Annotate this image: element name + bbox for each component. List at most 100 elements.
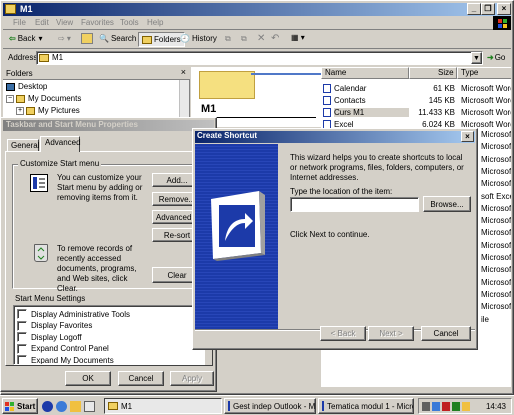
folder-icon bbox=[5, 4, 16, 14]
close-button[interactable]: × bbox=[461, 131, 474, 142]
checkbox[interactable] bbox=[17, 343, 27, 354]
start-menu-icon bbox=[30, 174, 48, 192]
tree-item-my-pictures[interactable]: + My Pictures bbox=[16, 106, 80, 115]
column-type[interactable]: Type bbox=[457, 67, 511, 79]
file-row[interactable]: Curs M1 11.433 KB Microsoft Word Do bbox=[321, 106, 511, 118]
explorer-title-bar[interactable]: M1 _ ❐ × bbox=[3, 3, 511, 16]
customize-group-label: Customize Start menu bbox=[18, 159, 102, 168]
go-button[interactable]: ➜ Go bbox=[487, 53, 505, 62]
file-size: 61 KB bbox=[433, 83, 455, 93]
views-icon[interactable]: ▦ ▾ bbox=[291, 33, 305, 42]
forward-arrow-icon[interactable]: ⇨ ▾ bbox=[58, 34, 71, 43]
menu-tools[interactable]: Tools bbox=[120, 18, 139, 27]
windows-logo-icon bbox=[5, 401, 15, 411]
address-input[interactable]: M1 ▼ bbox=[36, 51, 483, 65]
file-type: Microsoft Word Do bbox=[481, 130, 511, 139]
back-arrow-icon: ⇦ bbox=[9, 34, 16, 43]
volume-icon[interactable] bbox=[422, 401, 430, 411]
word-doc-icon bbox=[322, 401, 324, 411]
browse-button[interactable]: Browse... bbox=[423, 196, 471, 212]
undo-icon[interactable]: ↶ bbox=[271, 33, 279, 44]
task-tematica[interactable]: Tematica modul 1 - Micro... bbox=[318, 398, 414, 414]
settings-label: Start Menu Settings bbox=[15, 294, 86, 303]
file-type: Microsoft Word Do bbox=[481, 154, 511, 164]
menu-edit[interactable]: Edit bbox=[35, 18, 49, 27]
checkbox[interactable] bbox=[17, 355, 27, 364]
tree-item-desktop[interactable]: Desktop bbox=[6, 82, 47, 91]
restore-button[interactable]: ❐ bbox=[481, 3, 495, 15]
delete-icon[interactable]: ✕ bbox=[257, 33, 265, 44]
menu-help[interactable]: Help bbox=[147, 18, 163, 27]
copy-to-icon[interactable]: ⧉ bbox=[241, 34, 247, 44]
settings-item[interactable]: Display Administrative Tools bbox=[17, 308, 204, 320]
checkbox[interactable] bbox=[17, 320, 27, 331]
system-tray: 14:43 bbox=[418, 398, 512, 414]
explorer-title: M1 bbox=[20, 4, 33, 14]
shortcut-graphic-icon bbox=[205, 189, 267, 261]
file-type: Microsoft Word Do bbox=[481, 179, 511, 189]
taskbar-properties-title-bar[interactable]: Taskbar and Start Menu Properties bbox=[3, 120, 214, 131]
checkbox[interactable] bbox=[17, 309, 27, 319]
antivirus-icon[interactable] bbox=[442, 401, 450, 411]
history-button[interactable]: 🕘 History bbox=[180, 34, 217, 43]
start-button[interactable]: Start bbox=[2, 398, 38, 414]
search-button[interactable]: 🔍 Search bbox=[99, 34, 136, 43]
menu-view[interactable]: View bbox=[56, 18, 73, 27]
network-icon[interactable] bbox=[432, 401, 440, 411]
file-row[interactable]: Calendar 61 KB Microsoft Word Do bbox=[321, 82, 511, 94]
tray-app-icon[interactable] bbox=[452, 401, 460, 411]
collapse-icon[interactable]: − bbox=[6, 94, 14, 103]
word-doc-icon bbox=[228, 401, 230, 411]
clock[interactable]: 14:43 bbox=[486, 402, 506, 411]
tab-general[interactable]: General bbox=[7, 139, 39, 151]
settings-item[interactable]: Expand Control Panel bbox=[17, 343, 204, 355]
minimize-button[interactable]: _ bbox=[467, 3, 481, 15]
file-name: Curs M1 bbox=[334, 107, 409, 117]
menu-favorites[interactable]: Favorites bbox=[81, 18, 114, 27]
back-button[interactable]: ⇦ Back ▾ bbox=[9, 34, 43, 43]
close-pane-icon[interactable]: × bbox=[181, 67, 186, 77]
column-name[interactable]: Name bbox=[321, 67, 409, 79]
tray-app-icon-2[interactable] bbox=[462, 401, 470, 411]
settings-list[interactable]: Display Administrative Tools Display Favo… bbox=[13, 305, 205, 365]
address-label: Address bbox=[8, 53, 38, 62]
address-dropdown-button[interactable]: ▼ bbox=[471, 52, 482, 64]
ok-button[interactable]: OK bbox=[65, 371, 111, 386]
file-type: Microsoft Word Do bbox=[481, 240, 511, 250]
folder-graphic-icon bbox=[199, 71, 255, 99]
cancel-button[interactable]: Cancel bbox=[118, 371, 164, 386]
desktop-icon[interactable] bbox=[84, 400, 95, 412]
outlook-icon[interactable] bbox=[70, 400, 81, 412]
customize-text: You can customize your Start menu by add… bbox=[57, 173, 143, 202]
settings-item[interactable]: Display Logoff bbox=[17, 331, 204, 343]
ie-icon[interactable] bbox=[56, 400, 67, 412]
explorer-icon[interactable] bbox=[42, 400, 53, 412]
next-button[interactable]: Next > bbox=[368, 326, 414, 341]
tab-advanced[interactable]: Advanced bbox=[40, 136, 81, 152]
history-icon: 🕘 bbox=[180, 34, 190, 43]
checkbox[interactable] bbox=[17, 332, 27, 342]
file-size: 11.433 KB bbox=[418, 107, 455, 117]
create-shortcut-title-bar[interactable]: Create Shortcut × bbox=[195, 131, 475, 143]
task-outlook[interactable]: Gest indep Outlook - Micr... bbox=[224, 398, 316, 414]
folders-icon bbox=[142, 35, 152, 44]
up-folder-icon[interactable] bbox=[81, 33, 93, 44]
cancel-button[interactable]: Cancel bbox=[421, 326, 471, 341]
location-input[interactable] bbox=[290, 197, 419, 212]
file-row[interactable]: Contacts 145 KB Microsoft Word Do bbox=[321, 94, 511, 106]
task-m1[interactable]: M1 bbox=[104, 398, 222, 414]
move-to-icon[interactable]: ⧉ bbox=[225, 34, 231, 44]
apply-button[interactable]: Apply bbox=[170, 371, 214, 386]
expand-icon[interactable]: + bbox=[16, 106, 24, 115]
folder-icon bbox=[16, 94, 25, 103]
column-size[interactable]: Size bbox=[409, 67, 457, 79]
close-button[interactable]: × bbox=[497, 3, 511, 15]
back-button[interactable]: < Back bbox=[320, 326, 366, 341]
settings-item[interactable]: Display Favorites bbox=[17, 320, 204, 332]
settings-item[interactable]: Expand My Documents bbox=[17, 354, 204, 364]
folders-button[interactable]: Folders bbox=[138, 32, 185, 47]
folder-icon bbox=[108, 402, 118, 410]
tab-panel: Customize Start menu You can customize y… bbox=[5, 151, 213, 366]
tree-item-my-documents[interactable]: − My Documents bbox=[6, 94, 81, 103]
menu-file[interactable]: File bbox=[13, 18, 26, 27]
